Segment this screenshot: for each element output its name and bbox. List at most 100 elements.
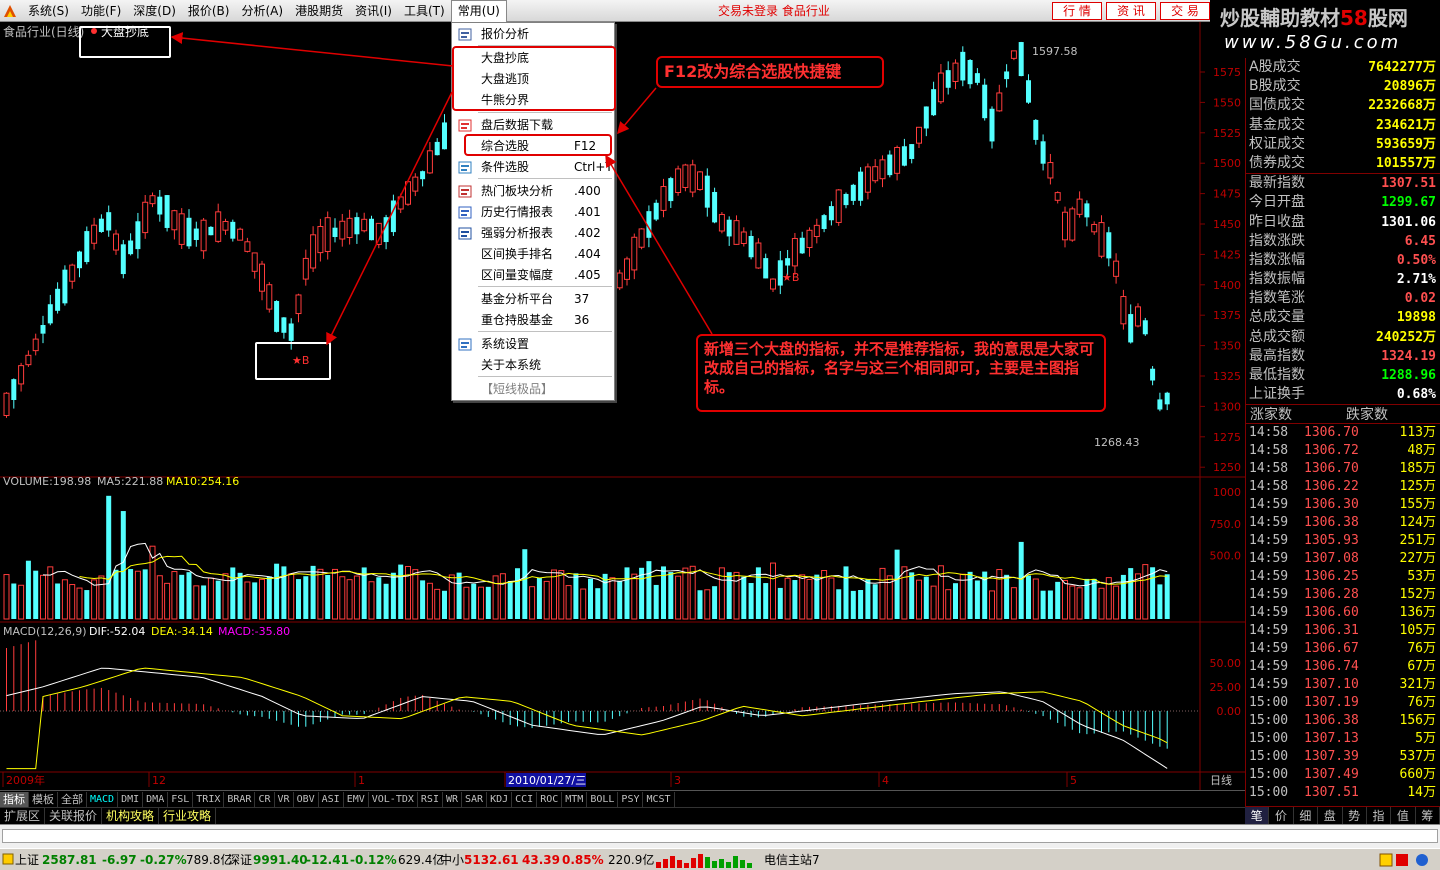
menu-item-8[interactable]: 历史行情报表 .401 — [452, 202, 614, 223]
indicator-tab-mcst[interactable]: MCST — [643, 791, 675, 807]
indicator-tab-sar[interactable]: SAR — [462, 791, 488, 807]
ext-tab-2[interactable]: 机构攻略 — [102, 808, 160, 824]
indicator-tab-asi[interactable]: ASI — [319, 791, 344, 807]
volume-bar-up — [98, 575, 105, 620]
horizontal-scrollbar[interactable] — [0, 824, 1440, 848]
top-tab-0[interactable]: 行 情 — [1052, 2, 1102, 20]
indicator-tab-macd[interactable]: MACD — [87, 791, 119, 807]
volume-bar-down — [274, 563, 280, 619]
scroll-track[interactable] — [2, 829, 1438, 843]
candle-body-down — [40, 325, 46, 334]
candle-body-up — [689, 164, 696, 193]
panel-tab-2[interactable]: 细 — [1294, 807, 1319, 824]
main-annotation: 新增三个大盘的指标，并不是推荐指标，我的意思是大家可改成自己的指标，名字与这三个… — [696, 334, 1106, 412]
menu-item-15[interactable]: 关于本系统 — [452, 355, 614, 376]
menu-item-0[interactable]: 报价分析 — [452, 24, 614, 45]
price-tick: 1475 — [1213, 188, 1241, 201]
candle-body-down — [704, 175, 710, 208]
ext-tab-0[interactable]: 扩展区 — [0, 808, 46, 824]
indicator-tab-dmi[interactable]: DMI — [118, 791, 144, 807]
menu-1[interactable]: 功能(F) — [75, 0, 127, 22]
sz-change: -12.41 — [306, 853, 349, 867]
menu-item-11[interactable]: 区间量变幅度 .405 — [452, 265, 614, 286]
candle-body-down — [931, 89, 937, 116]
menu-3[interactable]: 报价(B) — [182, 0, 236, 22]
volume-bar-up — [1098, 587, 1105, 620]
tick-row: 15:00 1307.19 76万 — [1246, 694, 1440, 712]
tab-fixed-0[interactable]: 指标 — [0, 791, 29, 807]
indicator-tab-emv[interactable]: EMV — [344, 791, 369, 807]
indicator-tab-cr[interactable]: CR — [255, 791, 275, 807]
top-tab-1[interactable]: 资 讯 — [1106, 2, 1156, 20]
top-tab-2[interactable]: 交 易 — [1160, 2, 1210, 20]
indicator-tab-boll[interactable]: BOLL — [587, 791, 619, 807]
ext-tab-3[interactable]: 行业攻略 — [159, 808, 217, 824]
menu-item-shortcut: 37 — [574, 292, 590, 306]
tick-list[interactable]: 14:58 1306.70 113万 14:58 1306.72 48万 14:58 1306… — [1246, 424, 1440, 802]
tick-price: 1306.38 — [1304, 515, 1359, 531]
candle-body-down — [186, 217, 192, 247]
panel-tab-7[interactable]: 筹 — [1416, 807, 1440, 824]
volume-bar-up — [156, 575, 163, 620]
menu-item-7[interactable]: 热门板块分析 .400 — [452, 181, 614, 202]
menu-item-14[interactable]: 系统设置 — [452, 334, 614, 355]
period-label[interactable]: 日线 — [1210, 773, 1232, 787]
menu-item-13[interactable]: 重仓持股基金 36 — [452, 310, 614, 331]
menu-item-label: 区间量变幅度 — [481, 268, 554, 282]
indicator-tab-obv[interactable]: OBV — [294, 791, 319, 807]
date-label: 4 — [882, 774, 889, 787]
menu-item-16[interactable]: 【短线极品】 — [452, 379, 614, 400]
candle-body-down — [960, 51, 966, 81]
panel-tab-6[interactable]: 值 — [1391, 807, 1416, 824]
quote-panel-tabs: 笔价细盘势指值筹 — [1245, 806, 1440, 824]
panel-tab-5[interactable]: 指 — [1367, 807, 1392, 824]
menu-item-4[interactable]: 盘后数据下载 — [452, 115, 614, 136]
panel-tab-4[interactable]: 势 — [1343, 807, 1367, 824]
candle-body-up — [770, 278, 776, 290]
menu-item-shortcut: .402 — [574, 226, 601, 240]
indicator-tab-rsi[interactable]: RSI — [418, 791, 443, 807]
indicator-tab-mtm[interactable]: MTM — [562, 791, 588, 807]
volume-bar-down — [850, 590, 856, 619]
volume-bar-up — [91, 579, 98, 620]
indicator-tab-roc[interactable]: ROC — [537, 791, 563, 807]
indicator-tab-dma[interactable]: DMA — [143, 791, 169, 807]
menu-item-6[interactable]: 条件选股 Ctrl+T — [452, 157, 614, 178]
quote-label: 昨日收盘 — [1249, 213, 1305, 230]
indicator-tab-kdj[interactable]: KDJ — [487, 791, 513, 807]
indicator-tab-vr[interactable]: VR — [275, 791, 294, 807]
menu-item-10[interactable]: 区间换手排名 .404 — [452, 244, 614, 265]
menu-8[interactable]: 常用(U) — [450, 0, 507, 22]
tab-fixed-2[interactable]: 全部 — [58, 791, 87, 807]
menu-5[interactable]: 港股期货 — [289, 0, 349, 22]
tick-row: 14:59 1306.74 67万 — [1246, 658, 1440, 676]
candle-body-up — [675, 168, 682, 194]
indicator-tab-vol-tdx[interactable]: VOL-TDX — [369, 791, 418, 807]
candle-body-down — [420, 171, 426, 180]
menu-4[interactable]: 分析(A) — [235, 0, 289, 22]
volume-bar-down — [755, 567, 761, 619]
indicator-tab-wr[interactable]: WR — [443, 791, 463, 807]
tab-fixed-1[interactable]: 模板 — [29, 791, 58, 807]
indicator-tab-brar[interactable]: BRAR — [224, 791, 256, 807]
menu-6[interactable]: 资讯(I) — [349, 0, 398, 22]
indicator-tab-fsl[interactable]: FSL — [168, 791, 194, 807]
menu-item-12[interactable]: 基金分析平台 37 — [452, 289, 614, 310]
candle-body-down — [1026, 80, 1031, 103]
ext-tab-1[interactable]: 关联报价 — [45, 808, 103, 824]
menu-item-9[interactable]: 强弱分析报表 .402 — [452, 223, 614, 244]
indicator-tab-psy[interactable]: PSY — [618, 791, 644, 807]
panel-tab-0[interactable]: 笔 — [1245, 807, 1270, 824]
indicator-tab-cci[interactable]: CCI — [512, 791, 538, 807]
candle-body-up — [266, 284, 273, 310]
panel-tab-1[interactable]: 价 — [1269, 807, 1294, 824]
tick-volume: 136万 — [1399, 605, 1436, 621]
menu-7[interactable]: 工具(T) — [398, 0, 451, 22]
candle-body-up — [1120, 296, 1127, 325]
quote-value: 234621万 — [1376, 117, 1436, 133]
menu-0[interactable]: 系统(S) — [22, 0, 75, 22]
indicator-tab-trix[interactable]: TRIX — [193, 791, 225, 807]
panel-tab-3[interactable]: 盘 — [1318, 807, 1343, 824]
tray-icons[interactable] — [1378, 851, 1438, 869]
menu-2[interactable]: 深度(D) — [127, 0, 182, 22]
